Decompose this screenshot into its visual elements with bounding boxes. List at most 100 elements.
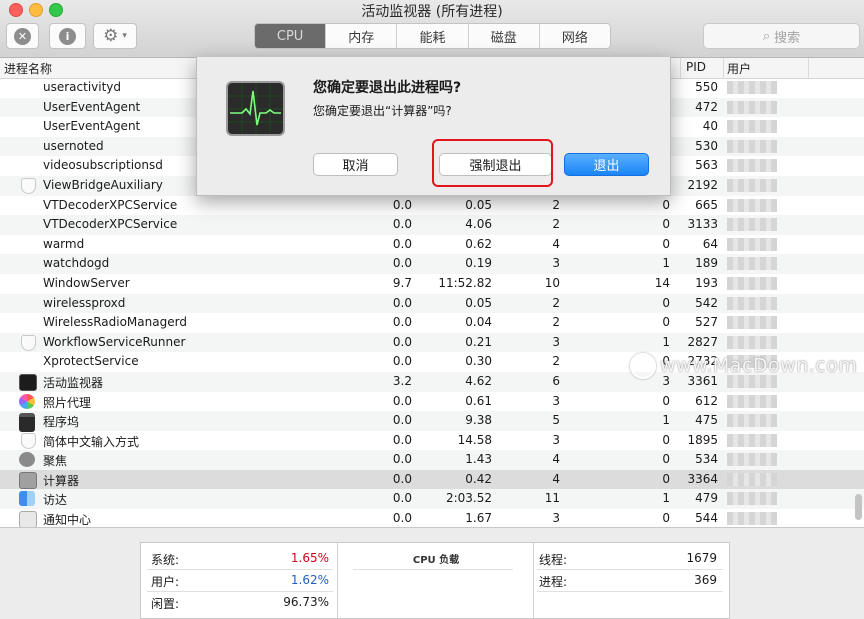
thread-count-cell: 2 [552, 197, 560, 212]
quit-button[interactable]: 退出 [564, 153, 649, 176]
pid-cell: 479 [695, 491, 718, 506]
tab-cpu[interactable]: CPU [255, 24, 327, 48]
watermark-text: www.MacDown.com [660, 354, 858, 377]
vertical-scrollbar[interactable] [855, 494, 862, 520]
row-divider [537, 591, 723, 592]
user-cell-redacted [727, 296, 777, 310]
cpu-percent-cell: 0.0 [392, 334, 412, 349]
user-cell-redacted [727, 472, 777, 486]
cpu-percent-cell: 0.0 [392, 256, 412, 271]
table-row[interactable]: 通知中心 0.0 1.67 3 0 544 [0, 509, 864, 527]
inspect-process-button[interactable]: i [49, 23, 86, 49]
table-row[interactable]: 访达 0.0 2:03.52 11 1 479 [0, 489, 864, 510]
process-name-cell: WorkflowServiceRunner [43, 334, 186, 349]
thread-count-cell: 3 [552, 256, 560, 271]
pid-cell: 2192 [687, 177, 718, 192]
pid-cell: 193 [695, 275, 718, 290]
column-header-name[interactable]: 进程名称 [4, 60, 52, 77]
thread-count-cell: 5 [552, 413, 560, 428]
activity-monitor-app-icon [226, 81, 285, 136]
cpu-time-cell: 0.19 [465, 256, 492, 271]
process-name-cell: 访达 [43, 493, 68, 508]
idle-value: 96.73% [283, 595, 329, 609]
table-row[interactable]: WorkflowServiceRunner 0.0 0.21 3 1 2827 [0, 332, 864, 353]
row-divider [537, 569, 723, 570]
cpu-percent-cell: 0.0 [392, 432, 412, 447]
process-name-cell: warmd [43, 236, 85, 251]
tab-memory[interactable]: 内存 [326, 24, 398, 48]
cpu-time-cell: 0.30 [465, 354, 492, 369]
pid-cell: 189 [695, 256, 718, 271]
watermark-logo-icon [630, 353, 656, 379]
user-cell-redacted [727, 120, 777, 134]
cpu-time-cell: 1.67 [465, 511, 492, 526]
user-cell-redacted [727, 237, 777, 251]
tab-network[interactable]: 网络 [540, 24, 610, 48]
process-name-cell: 计算器 [43, 473, 80, 488]
cpu-percent-cell: 0.0 [392, 393, 412, 408]
column-header-user[interactable]: 用户 [727, 60, 751, 77]
table-row[interactable]: 照片代理 0.0 0.61 3 0 612 [0, 392, 864, 412]
table-row[interactable]: 程序坞 0.0 9.38 5 1 475 [0, 411, 864, 433]
pid-cell: 475 [695, 413, 718, 428]
cpu-time-cell: 0.04 [465, 315, 492, 330]
search-input[interactable]: ⌕ 搜索 [703, 23, 860, 49]
cpu-percent-cell: 0.0 [392, 295, 412, 310]
cpu-time-cell: 0.61 [465, 393, 492, 408]
action-menu-button[interactable]: ⚙ ▾ [93, 23, 137, 49]
table-row[interactable]: wirelessproxd 0.0 0.05 2 0 542 [0, 293, 864, 314]
stop-process-button[interactable]: ✕ [6, 23, 39, 49]
table-row[interactable]: VTDecoderXPCService 0.0 4.06 2 0 3133 [0, 215, 864, 235]
idle-label: 闲置: [151, 597, 180, 611]
idle-wakeups-cell: 1 [662, 413, 670, 428]
process-name-cell: VTDecoderXPCService [43, 217, 178, 232]
idle-wakeups-cell: 0 [662, 197, 670, 212]
cpu-time-cell: 14.58 [457, 432, 492, 447]
pid-cell: 530 [695, 138, 718, 153]
thread-count-cell: 4 [552, 452, 560, 467]
tab-disk[interactable]: 磁盘 [469, 24, 540, 48]
table-row[interactable]: VTDecoderXPCService 0.0 0.05 2 0 665 [0, 196, 864, 216]
pid-cell: 3133 [687, 217, 718, 232]
user-cell-redacted [727, 394, 777, 408]
idle-wakeups-cell: 0 [662, 452, 670, 467]
column-header-pid[interactable]: PID [686, 60, 706, 74]
user-value: 1.62% [290, 573, 329, 587]
cpu-percent-cell: 0.0 [392, 491, 412, 506]
cpu-time-cell: 0.05 [465, 295, 492, 310]
table-row[interactable]: 计算器 0.0 0.42 4 0 3364 [0, 469, 864, 490]
idle-wakeups-cell: 1 [662, 256, 670, 271]
process-name-cell: watchdogd [43, 256, 110, 271]
watermark: www.MacDown.com [630, 353, 857, 379]
thread-count-cell: 11 [544, 491, 560, 506]
process-name-cell: XprotectService [43, 354, 139, 369]
window-title: 活动监视器 (所有进程) [361, 4, 503, 20]
thread-count-cell: 4 [552, 471, 560, 486]
tab-energy[interactable]: 能耗 [397, 24, 469, 48]
cpu-percent-cell: 0.0 [392, 197, 412, 212]
table-row[interactable]: WindowServer 9.7 11:52.82 10 14 193 [0, 274, 864, 294]
table-row[interactable]: 简体中文输入方式 0.0 14.58 3 0 1895 [0, 431, 864, 451]
cpu-time-cell: 1.43 [465, 452, 492, 467]
table-row[interactable]: watchdogd 0.0 0.19 3 1 189 [0, 254, 864, 274]
pid-cell: 550 [695, 80, 718, 94]
chevron-down-icon: ▾ [122, 31, 127, 41]
cancel-button[interactable]: 取消 [313, 153, 398, 176]
column-divider [808, 58, 809, 78]
process-name-cell: 照片代理 [43, 395, 92, 410]
table-row[interactable]: WirelessRadioManagerd 0.0 0.04 2 0 527 [0, 313, 864, 333]
pid-cell: 534 [695, 452, 718, 467]
pid-cell: 665 [695, 197, 718, 212]
user-cell-redacted [727, 276, 777, 290]
process-name-cell: WirelessRadioManagerd [43, 315, 187, 330]
column-divider [723, 58, 724, 78]
table-row[interactable]: warmd 0.0 0.62 4 0 64 [0, 235, 864, 255]
thread-count-cell: 10 [544, 275, 560, 290]
user-cell-redacted [727, 512, 777, 526]
cpu-percent-cell: 3.2 [392, 373, 412, 388]
table-row[interactable]: 聚焦 0.0 1.43 4 0 534 [0, 450, 864, 470]
user-cell-redacted [727, 100, 777, 114]
user-cell-redacted [727, 414, 777, 428]
user-cell-redacted [727, 492, 777, 506]
user-cell-redacted [727, 335, 777, 349]
